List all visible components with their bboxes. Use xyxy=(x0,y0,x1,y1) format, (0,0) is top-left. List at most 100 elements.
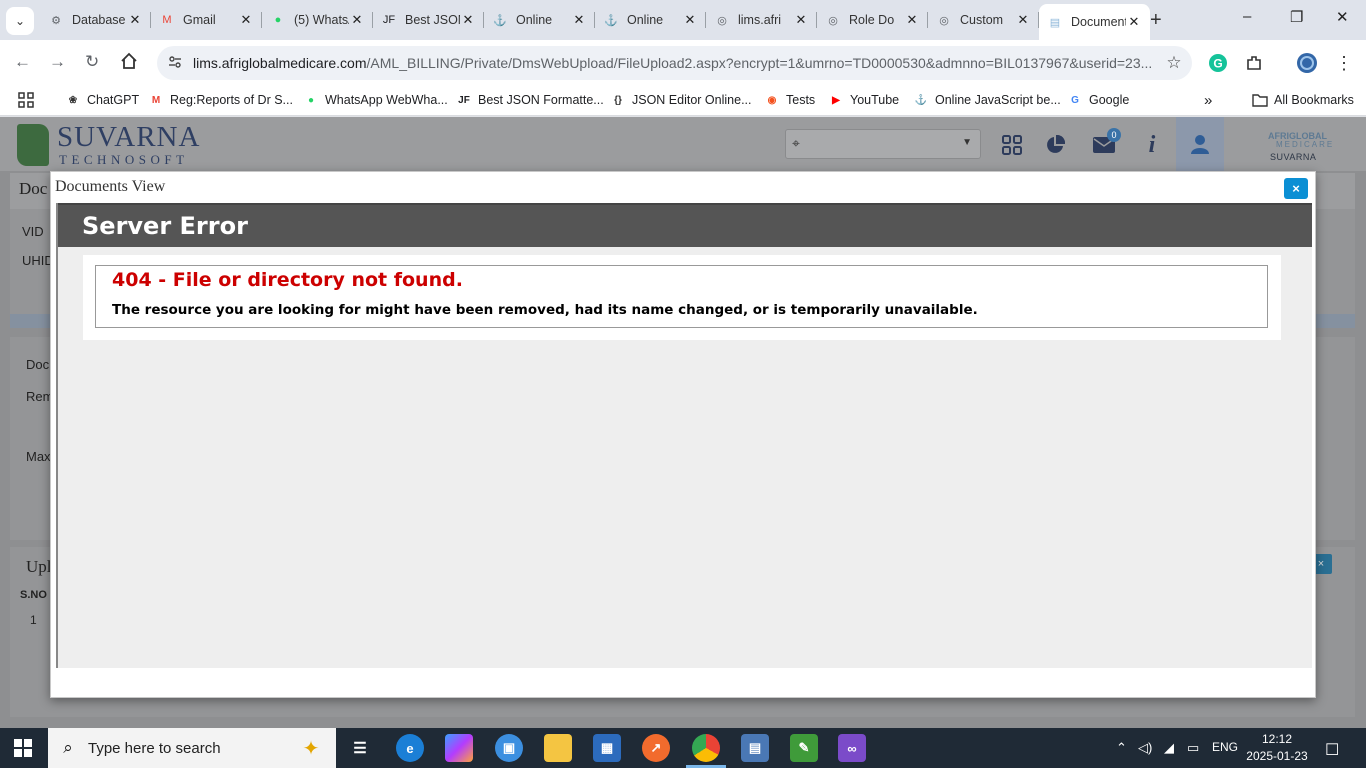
bg-doc-label: Doc xyxy=(26,357,50,372)
tab-close-icon[interactable]: ✕ xyxy=(904,12,920,28)
jf-icon: JF xyxy=(458,94,470,106)
file-explorer-icon[interactable] xyxy=(544,734,572,762)
bookmark-item[interactable]: M Reg:Reports of Dr S... xyxy=(148,92,293,108)
tests-icon: ◉ xyxy=(767,94,777,106)
address-bar[interactable]: lims.afriglobalmedicare.com/AML_BILLING/… xyxy=(157,46,1192,80)
modal-close-button[interactable]: × xyxy=(1284,178,1308,199)
bg-row-number: 1 xyxy=(30,613,37,627)
browser-tab[interactable]: M Gmail ✕ xyxy=(151,6,262,34)
restore-icon[interactable]: ❐ xyxy=(1290,8,1303,26)
bookmark-item[interactable]: JF Best JSON Formatte... xyxy=(456,92,604,108)
more-bookmarks-icon[interactable]: » xyxy=(1204,92,1212,109)
browser-tab[interactable]: ⚓ Online ✕ xyxy=(595,6,706,34)
chrome-icon[interactable] xyxy=(692,734,720,762)
profile-avatar[interactable] xyxy=(1296,52,1318,74)
visual-studio-icon[interactable]: ∞ xyxy=(838,734,866,762)
browser-tab[interactable]: ⚙ Database ✕ xyxy=(40,6,151,34)
menu-kebab-icon[interactable]: ⋮ xyxy=(1333,52,1355,74)
copilot-icon[interactable] xyxy=(445,734,473,762)
forward-icon[interactable]: → xyxy=(49,52,66,72)
error-code: 404 - File or directory not found. xyxy=(112,269,463,291)
browser-tab[interactable]: ◎ lims.afri ✕ xyxy=(706,6,817,34)
store-icon[interactable]: ▦ xyxy=(593,734,621,762)
chatgpt-icon: ❀ xyxy=(68,94,78,106)
globe-icon: ◎ xyxy=(939,14,949,27)
bookmark-item[interactable]: ❀ ChatGPT xyxy=(65,92,139,108)
windows-taskbar: ⌕ Type here to search ✦ ☰ e ▣ ▦ ↗ ▤ ✎ ∞ … xyxy=(0,728,1366,768)
feedback-icon[interactable]: ▣ xyxy=(495,734,523,762)
clock-time: 12:12 xyxy=(1261,732,1293,746)
extensions-icon[interactable] xyxy=(1243,52,1265,74)
postman-icon[interactable]: ↗ xyxy=(642,734,670,762)
browser-tab[interactable]: ● (5) WhatsApp✕ xyxy=(262,6,373,34)
back-icon[interactable]: ← xyxy=(14,52,31,72)
close-window-icon[interactable]: ✕ xyxy=(1336,8,1349,26)
bookmark-item[interactable]: G Google xyxy=(1067,92,1129,108)
battery-icon[interactable]: ▭ xyxy=(1187,740,1199,756)
browser-tab[interactable]: ◎ Role Do ✕ xyxy=(817,6,928,34)
language-indicator[interactable]: ENG xyxy=(1212,740,1238,754)
grammarly-icon[interactable]: G xyxy=(1207,52,1229,74)
tab-title: lims.afri xyxy=(738,13,782,27)
url-text[interactable]: lims.afriglobalmedicare.com/AML_BILLING/… xyxy=(193,55,1156,71)
taskbar-search[interactable]: ⌕ Type here to search ✦ xyxy=(48,728,336,768)
apps-grid-icon[interactable] xyxy=(18,92,34,108)
tab-close-icon[interactable]: ✕ xyxy=(127,12,143,28)
home-icon[interactable] xyxy=(120,52,138,75)
bookmark-item[interactable]: {} JSON Editor Online... xyxy=(610,92,751,108)
folder-icon xyxy=(1252,92,1268,108)
reload-icon[interactable]: ↻ xyxy=(85,52,99,72)
user-icon xyxy=(1191,135,1209,154)
tab-close-icon[interactable]: ✕ xyxy=(1126,14,1142,30)
bookmark-label: Best JSON Formatte... xyxy=(478,93,604,107)
site-settings-icon[interactable] xyxy=(157,55,193,72)
bookmark-item[interactable]: ◉ Tests xyxy=(764,92,816,108)
bookmark-item[interactable]: ▶ YouTube xyxy=(828,92,899,108)
bg-upl-heading: Upl xyxy=(26,557,52,576)
document-icon: ▤ xyxy=(1049,16,1061,29)
windows-start-icon[interactable] xyxy=(14,739,32,757)
notifications-icon[interactable]: ☐ xyxy=(1325,740,1339,760)
tab-title: Custom xyxy=(960,13,1004,27)
tab-close-icon[interactable]: ✕ xyxy=(460,12,476,28)
browser-tab-bar: ⌄ ⚙Database✕MGmail✕●(5) WhatsApp✕JFBest … xyxy=(0,0,1366,40)
minimize-icon[interactable]: – xyxy=(1243,8,1251,25)
user-menu-button[interactable] xyxy=(1176,117,1224,171)
notepad-plus-icon[interactable]: ✎ xyxy=(790,734,818,762)
remote-desktop-icon[interactable]: ▤ xyxy=(741,734,769,762)
tab-close-icon[interactable]: ✕ xyxy=(1015,12,1031,28)
info-icon[interactable]: i xyxy=(1140,132,1164,158)
tab-search-button[interactable]: ⌄ xyxy=(6,7,34,35)
tab-close-icon[interactable]: ✕ xyxy=(793,12,809,28)
whatsapp-icon: ● xyxy=(274,14,282,26)
tab-close-icon[interactable]: ✕ xyxy=(238,12,254,28)
browser-tab[interactable]: JF Best JSON✕ xyxy=(373,6,484,34)
tab-close-icon[interactable]: ✕ xyxy=(571,12,587,28)
gmail-icon: M xyxy=(151,94,161,106)
location-select[interactable]: ⌖ ▼ xyxy=(785,129,981,159)
bookmark-item[interactable]: ⚓ Online JavaScript be... xyxy=(913,92,1061,108)
tab-title: Online xyxy=(516,13,553,27)
bookmark-star-icon[interactable]: ☆ xyxy=(1156,53,1192,73)
tab-title: Online xyxy=(627,13,664,27)
new-tab-button[interactable]: + xyxy=(1150,9,1162,32)
network-icon[interactable]: ◢ xyxy=(1164,740,1174,756)
bookmark-item[interactable]: ● WhatsApp WebWha... xyxy=(303,92,448,108)
modal-title: Documents View xyxy=(55,178,166,195)
browser-tab[interactable]: ▤ Documents✕ xyxy=(1039,4,1150,40)
task-view-icon[interactable]: ☰ xyxy=(346,734,374,762)
edge-icon[interactable]: e xyxy=(396,734,424,762)
system-clock[interactable]: 12:12 2025-01-23 xyxy=(1240,731,1314,765)
tray-overflow-icon[interactable]: ⌃ xyxy=(1116,740,1127,756)
brand-subtitle: TECHNOSOFT xyxy=(59,152,189,167)
tab-close-icon[interactable]: ✕ xyxy=(349,12,365,28)
apps-grid-icon[interactable] xyxy=(1000,133,1024,157)
volume-icon[interactable]: ◁) xyxy=(1138,740,1152,756)
tab-close-icon[interactable]: ✕ xyxy=(682,12,698,28)
error-content: 404 - File or directory not found. The r… xyxy=(83,255,1281,340)
brand-title: SUVARNA xyxy=(57,121,201,153)
pie-chart-icon[interactable] xyxy=(1043,133,1067,157)
browser-tab[interactable]: ⚓ Online ✕ xyxy=(484,6,595,34)
browser-tab[interactable]: ◎ Custom ✕ xyxy=(928,6,1039,34)
all-bookmarks-folder[interactable]: All Bookmarks xyxy=(1252,92,1354,108)
